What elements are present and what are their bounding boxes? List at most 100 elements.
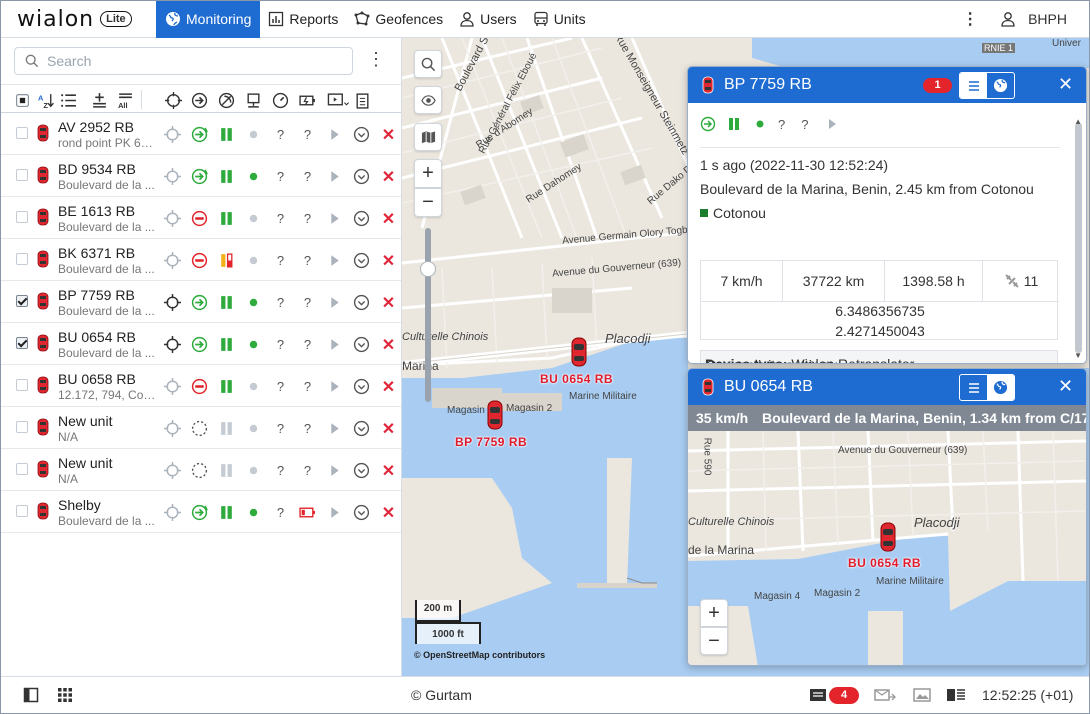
search-input[interactable] <box>47 53 337 69</box>
map-layers-button[interactable] <box>414 123 442 151</box>
mini-zoom-in-button[interactable]: + <box>700 599 728 627</box>
satellite-column-icon[interactable] <box>216 90 236 110</box>
remove-unit-icon[interactable]: ✕ <box>380 126 397 144</box>
scroll-up-arrow[interactable]: ▲ <box>1074 117 1082 126</box>
list-view-toggle[interactable] <box>960 375 987 400</box>
list-options-icon[interactable]: ⋮ <box>367 50 385 70</box>
locator-icon[interactable] <box>164 462 181 479</box>
zoom-slider-handle[interactable] <box>420 261 436 277</box>
nav-monitoring[interactable]: Monitoring <box>156 1 261 38</box>
unit-name[interactable]: BU 0658 RB <box>58 371 136 387</box>
nav-units[interactable]: Units <box>525 1 594 38</box>
locator-icon[interactable] <box>164 252 181 269</box>
unit-checkbox[interactable] <box>16 337 28 349</box>
close-icon[interactable]: ✕ <box>1058 74 1073 95</box>
play-icon[interactable] <box>326 420 343 437</box>
select-all-checkbox[interactable] <box>12 90 32 110</box>
layout-icon[interactable] <box>946 687 966 703</box>
play-icon[interactable] <box>326 378 343 395</box>
scroll-down-arrow[interactable]: ▼ <box>1074 351 1082 360</box>
unit-map-label[interactable]: BU 0654 RB <box>540 372 613 386</box>
remove-unit-icon[interactable]: ✕ <box>380 462 397 480</box>
remove-unit-icon[interactable]: ✕ <box>380 336 397 354</box>
more-menu-icon[interactable]: ⋮ <box>962 9 978 29</box>
play-icon[interactable] <box>326 210 343 227</box>
unit-row[interactable]: BE 1613 RB Boulevard de la ...?? ✕ <box>1 197 401 239</box>
mini-zoom-out-button[interactable]: − <box>700 627 728 655</box>
play-icon[interactable] <box>326 336 343 353</box>
map-search-button[interactable] <box>414 50 442 78</box>
unit-name[interactable]: BP 7759 RB <box>58 287 135 303</box>
remove-unit-icon[interactable]: ✕ <box>380 168 397 186</box>
add-group-icon[interactable] <box>89 90 109 110</box>
map-view-toggle[interactable] <box>987 375 1014 400</box>
locator-icon[interactable] <box>164 336 181 353</box>
commands-dropdown-icon[interactable] <box>353 210 370 227</box>
list-view-icon[interactable] <box>58 90 78 110</box>
commands-dropdown-icon[interactable] <box>353 126 370 143</box>
unit-checkbox[interactable] <box>16 505 28 517</box>
gallery-icon[interactable] <box>913 687 931 703</box>
locator-icon[interactable] <box>164 294 181 311</box>
commands-dropdown-icon[interactable] <box>353 168 370 185</box>
unit-name[interactable]: BD 9534 RB <box>58 161 136 177</box>
commands-column-icon[interactable] <box>326 90 350 110</box>
user-account-icon[interactable] <box>1000 11 1016 27</box>
sort-az-icon[interactable]: AZ <box>36 90 56 110</box>
unit-name[interactable]: BU 0654 RB <box>58 329 136 345</box>
unit-checkbox[interactable] <box>16 421 28 433</box>
zoom-slider-track[interactable] <box>425 228 431 402</box>
commands-dropdown-icon[interactable] <box>353 336 370 353</box>
unit-name[interactable]: BK 6371 RB <box>58 245 135 261</box>
zoom-out-button[interactable]: − <box>414 188 442 217</box>
unit-marker-bu0654-mini[interactable] <box>878 521 898 553</box>
locator-icon[interactable] <box>164 378 181 395</box>
locator-icon[interactable] <box>164 168 181 185</box>
list-view-toggle[interactable] <box>960 73 987 98</box>
remove-unit-icon[interactable]: ✕ <box>380 210 397 228</box>
commands-dropdown-icon[interactable] <box>353 504 370 521</box>
notification-badge[interactable]: 1 <box>923 78 952 93</box>
unit-row[interactable]: BP 7759 RB Boulevard de la ...?? ✕ <box>1 281 401 323</box>
toggle-panel-icon[interactable] <box>23 687 39 703</box>
locator-icon[interactable] <box>164 504 181 521</box>
play-icon[interactable] <box>326 294 343 311</box>
map-view-toggle[interactable] <box>987 73 1014 98</box>
locator-column-icon[interactable] <box>163 90 183 110</box>
motion-state-column-icon[interactable] <box>189 90 209 110</box>
messages-icon[interactable] <box>874 687 896 703</box>
unit-row[interactable]: BK 6371 RB Boulevard de la ...?? ✕ <box>1 239 401 281</box>
unit-marker-bp7759[interactable] <box>485 399 505 431</box>
apps-grid-icon[interactable] <box>57 687 73 703</box>
unit-map-label[interactable]: BU 0654 RB <box>848 556 921 570</box>
expand-all-icon[interactable]: All <box>115 90 135 110</box>
unit-map-label[interactable]: BP 7759 RB <box>455 435 527 449</box>
unit-row[interactable]: AV 2952 RB rond point PK 6, ...?? ✕ <box>1 113 401 155</box>
remove-unit-icon[interactable]: ✕ <box>380 378 397 396</box>
remove-unit-icon[interactable]: ✕ <box>380 252 397 270</box>
play-icon[interactable] <box>326 252 343 269</box>
zoom-in-button[interactable]: + <box>414 159 442 188</box>
unit-checkbox[interactable] <box>16 127 28 139</box>
unit-checkbox[interactable] <box>16 379 28 391</box>
commands-dropdown-icon[interactable] <box>353 252 370 269</box>
wialon-logo[interactable]: wialon Lite <box>1 1 156 38</box>
play-icon[interactable] <box>824 116 840 132</box>
unit-row[interactable]: BD 9534 RB Boulevard de la ...?? ✕ <box>1 155 401 197</box>
unit-mini-map[interactable]: Avenue du Gouverneur (639) Culturelle Ch… <box>688 431 1086 665</box>
play-icon[interactable] <box>326 126 343 143</box>
unit-row[interactable]: BU 0658 RB 12.172, 794, Cot...?? ✕ <box>1 365 401 407</box>
map-attribution[interactable]: © OpenStreetMap contributors <box>414 650 545 660</box>
unit-checkbox[interactable] <box>16 463 28 475</box>
unit-name[interactable]: New unit <box>58 455 112 471</box>
unit-row[interactable]: New unit N/A?? ✕ <box>1 449 401 491</box>
unit-row[interactable]: BU 0654 RB Boulevard de la ...?? ✕ <box>1 323 401 365</box>
play-icon[interactable] <box>326 504 343 521</box>
battery-column-icon[interactable] <box>297 90 317 110</box>
reports-column-icon[interactable] <box>352 90 372 110</box>
unit-name[interactable]: Shelby <box>58 497 101 513</box>
close-icon[interactable]: ✕ <box>1058 376 1073 397</box>
remove-unit-icon[interactable]: ✕ <box>380 504 397 522</box>
notifications-count-badge[interactable]: 4 <box>829 687 859 704</box>
unit-marker-bu0654[interactable] <box>569 336 589 368</box>
